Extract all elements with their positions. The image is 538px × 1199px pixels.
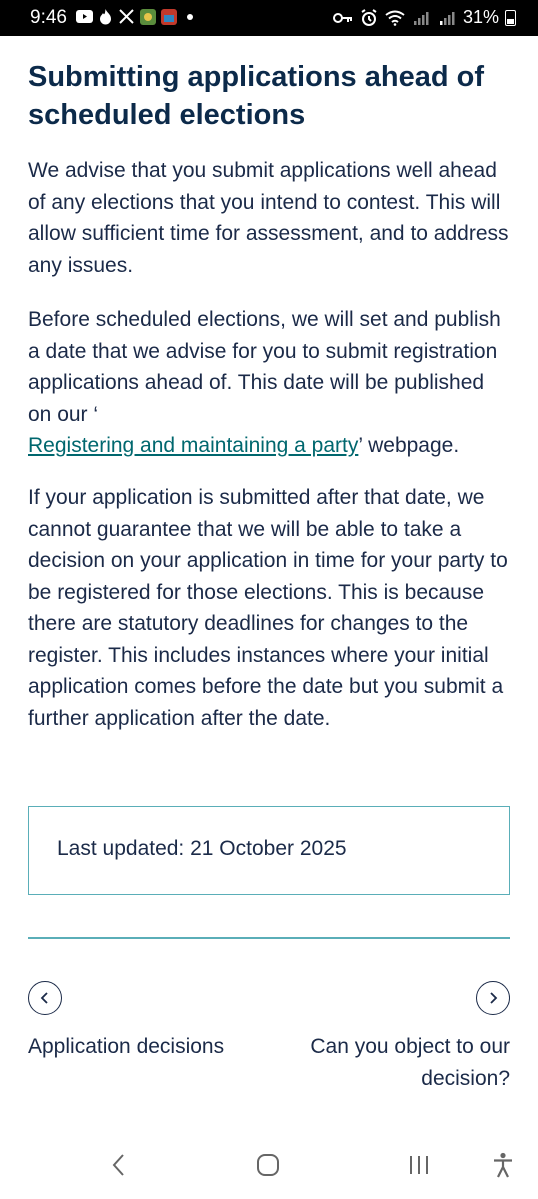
status-time: 9:46	[30, 7, 67, 28]
next-page-link[interactable]: Can you object to our decision?	[278, 981, 510, 1094]
previous-page-link[interactable]: Application decisions	[28, 981, 268, 1063]
signal-icon	[411, 9, 431, 27]
last-updated-text: Last updated: 21 October 2025	[57, 837, 347, 860]
paragraph-text: ’ webpage.	[358, 434, 460, 457]
alarm-icon	[359, 8, 379, 27]
system-navigation-bar	[0, 1140, 538, 1199]
wifi-icon	[385, 9, 405, 27]
x-icon	[118, 8, 135, 25]
dot-icon	[181, 8, 198, 25]
paragraph-late-submission: If your application is submitted after t…	[28, 486, 508, 730]
chevron-left-icon	[28, 981, 62, 1015]
app-icon-1	[139, 8, 156, 25]
signal-icon	[437, 9, 457, 27]
app-icon-2	[160, 8, 177, 25]
chevron-right-icon	[476, 981, 510, 1015]
previous-page-label: Application decisions	[28, 1035, 225, 1058]
registering-party-link[interactable]: Registering and maintaining a party	[28, 434, 358, 457]
fire-icon	[97, 8, 114, 25]
page-heading: Submitting applications ahead of schedul…	[28, 61, 484, 131]
status-bar: 9:46 31%	[0, 0, 538, 36]
accessibility-icon[interactable]	[488, 1152, 518, 1178]
paragraph-text: Before scheduled elections, we will set …	[28, 308, 501, 426]
paragraph-scheduled-date: Before scheduled elections, we will set …	[28, 304, 512, 462]
key-icon	[332, 9, 353, 27]
last-updated-box: Last updated: 21 October 2025	[28, 806, 510, 895]
battery-icon	[505, 9, 516, 26]
youtube-icon	[76, 8, 93, 25]
divider	[28, 937, 510, 939]
paragraph-advice: We advise that you submit applications w…	[28, 159, 509, 277]
notification-icons	[76, 8, 198, 25]
battery-percent: 31%	[462, 7, 499, 27]
back-icon[interactable]	[104, 1152, 132, 1178]
system-icons: 31%	[332, 7, 516, 28]
recent-apps-icon[interactable]	[404, 1152, 434, 1178]
next-page-label: Can you object to our decision?	[310, 1035, 510, 1090]
home-icon[interactable]	[253, 1152, 283, 1178]
